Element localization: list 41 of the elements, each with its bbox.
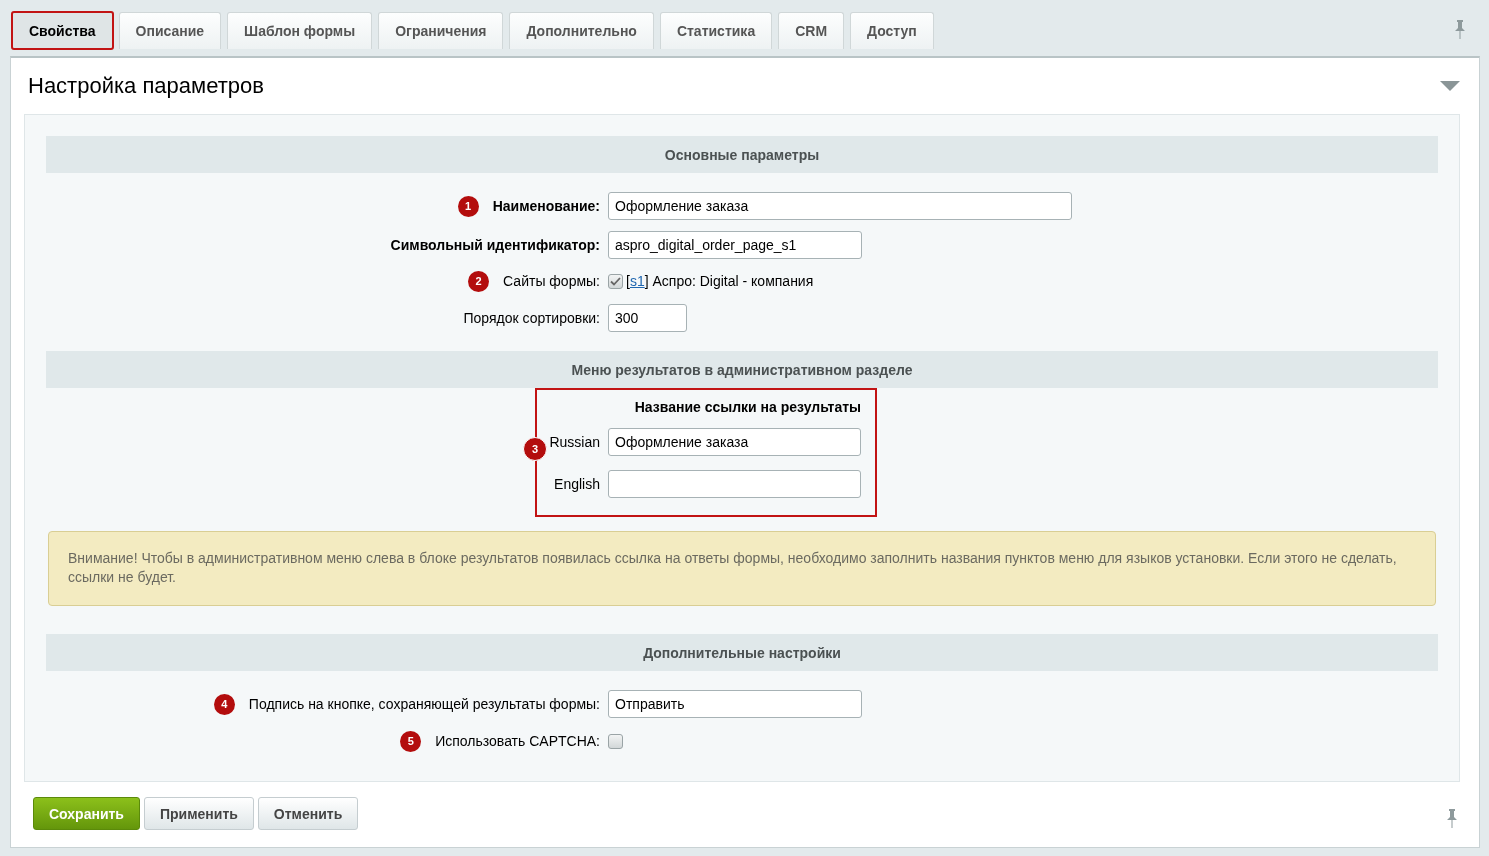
checkbox[interactable] bbox=[608, 273, 623, 289]
checkbox[interactable] bbox=[608, 733, 623, 749]
number-badge: 3 bbox=[523, 437, 547, 461]
tab[interactable]: Свойства bbox=[12, 12, 113, 49]
tab[interactable]: Ограничения bbox=[378, 12, 504, 49]
tab[interactable]: Шаблон формы bbox=[227, 12, 373, 49]
action-button[interactable]: Применить bbox=[143, 797, 254, 830]
input-field[interactable]: 300 bbox=[608, 304, 687, 332]
input-field[interactable]: Оформление заказа bbox=[608, 428, 861, 456]
site-name: [s1] Аспро: Digital - компания bbox=[626, 273, 814, 289]
field-label: Сайты формы: bbox=[503, 273, 600, 289]
input-field[interactable]: Отправить bbox=[608, 690, 862, 718]
warning-note: Внимание! Чтобы в административном меню слева в блоке результатов появилась ссылка на ответы формы, необходимо заполнить названия пунктов меню для языков установки. Если этого не сделать, ссылки не будет. bbox=[48, 531, 1436, 606]
section-heading: Основные параметры bbox=[46, 136, 1438, 173]
field-label: Использовать CAPTCHA: bbox=[435, 733, 600, 749]
input-field[interactable] bbox=[608, 470, 861, 498]
number-badge: 4 bbox=[213, 693, 235, 715]
field-label: Символьный идентификатор: bbox=[390, 237, 600, 253]
input-field[interactable]: aspro_digital_order_page_s1 bbox=[608, 231, 862, 259]
group-title: Название ссылки на результаты bbox=[633, 399, 861, 417]
tab[interactable]: Доступ bbox=[850, 12, 934, 49]
number-badge: 1 bbox=[457, 195, 479, 217]
panel-title: Настройка параметров bbox=[28, 73, 264, 99]
field-label: Порядок сортировки: bbox=[463, 310, 600, 326]
tab[interactable]: Дополнительно bbox=[509, 12, 654, 49]
field-label: Наименование: bbox=[492, 198, 600, 214]
field-label: Подпись на кнопке, сохраняющей результаты формы: bbox=[248, 696, 600, 712]
section-heading: Дополнительные настройки bbox=[46, 634, 1438, 671]
number-badge: 5 bbox=[400, 730, 422, 752]
input-field[interactable]: Оформление заказа bbox=[608, 192, 1072, 220]
language-label: Russian bbox=[549, 434, 600, 450]
pin-icon[interactable] bbox=[1454, 19, 1466, 39]
section-heading: Меню результатов в административном разделе bbox=[46, 351, 1438, 388]
tab[interactable]: Описание bbox=[118, 12, 222, 49]
language-label: English bbox=[554, 476, 600, 492]
pin-icon[interactable] bbox=[1446, 808, 1458, 828]
tab[interactable]: CRM bbox=[778, 12, 845, 49]
collapse-icon[interactable] bbox=[1440, 81, 1460, 91]
number-badge: 2 bbox=[468, 270, 490, 292]
tab[interactable]: Статистика bbox=[659, 12, 773, 49]
action-button[interactable]: Отменить bbox=[257, 797, 359, 830]
